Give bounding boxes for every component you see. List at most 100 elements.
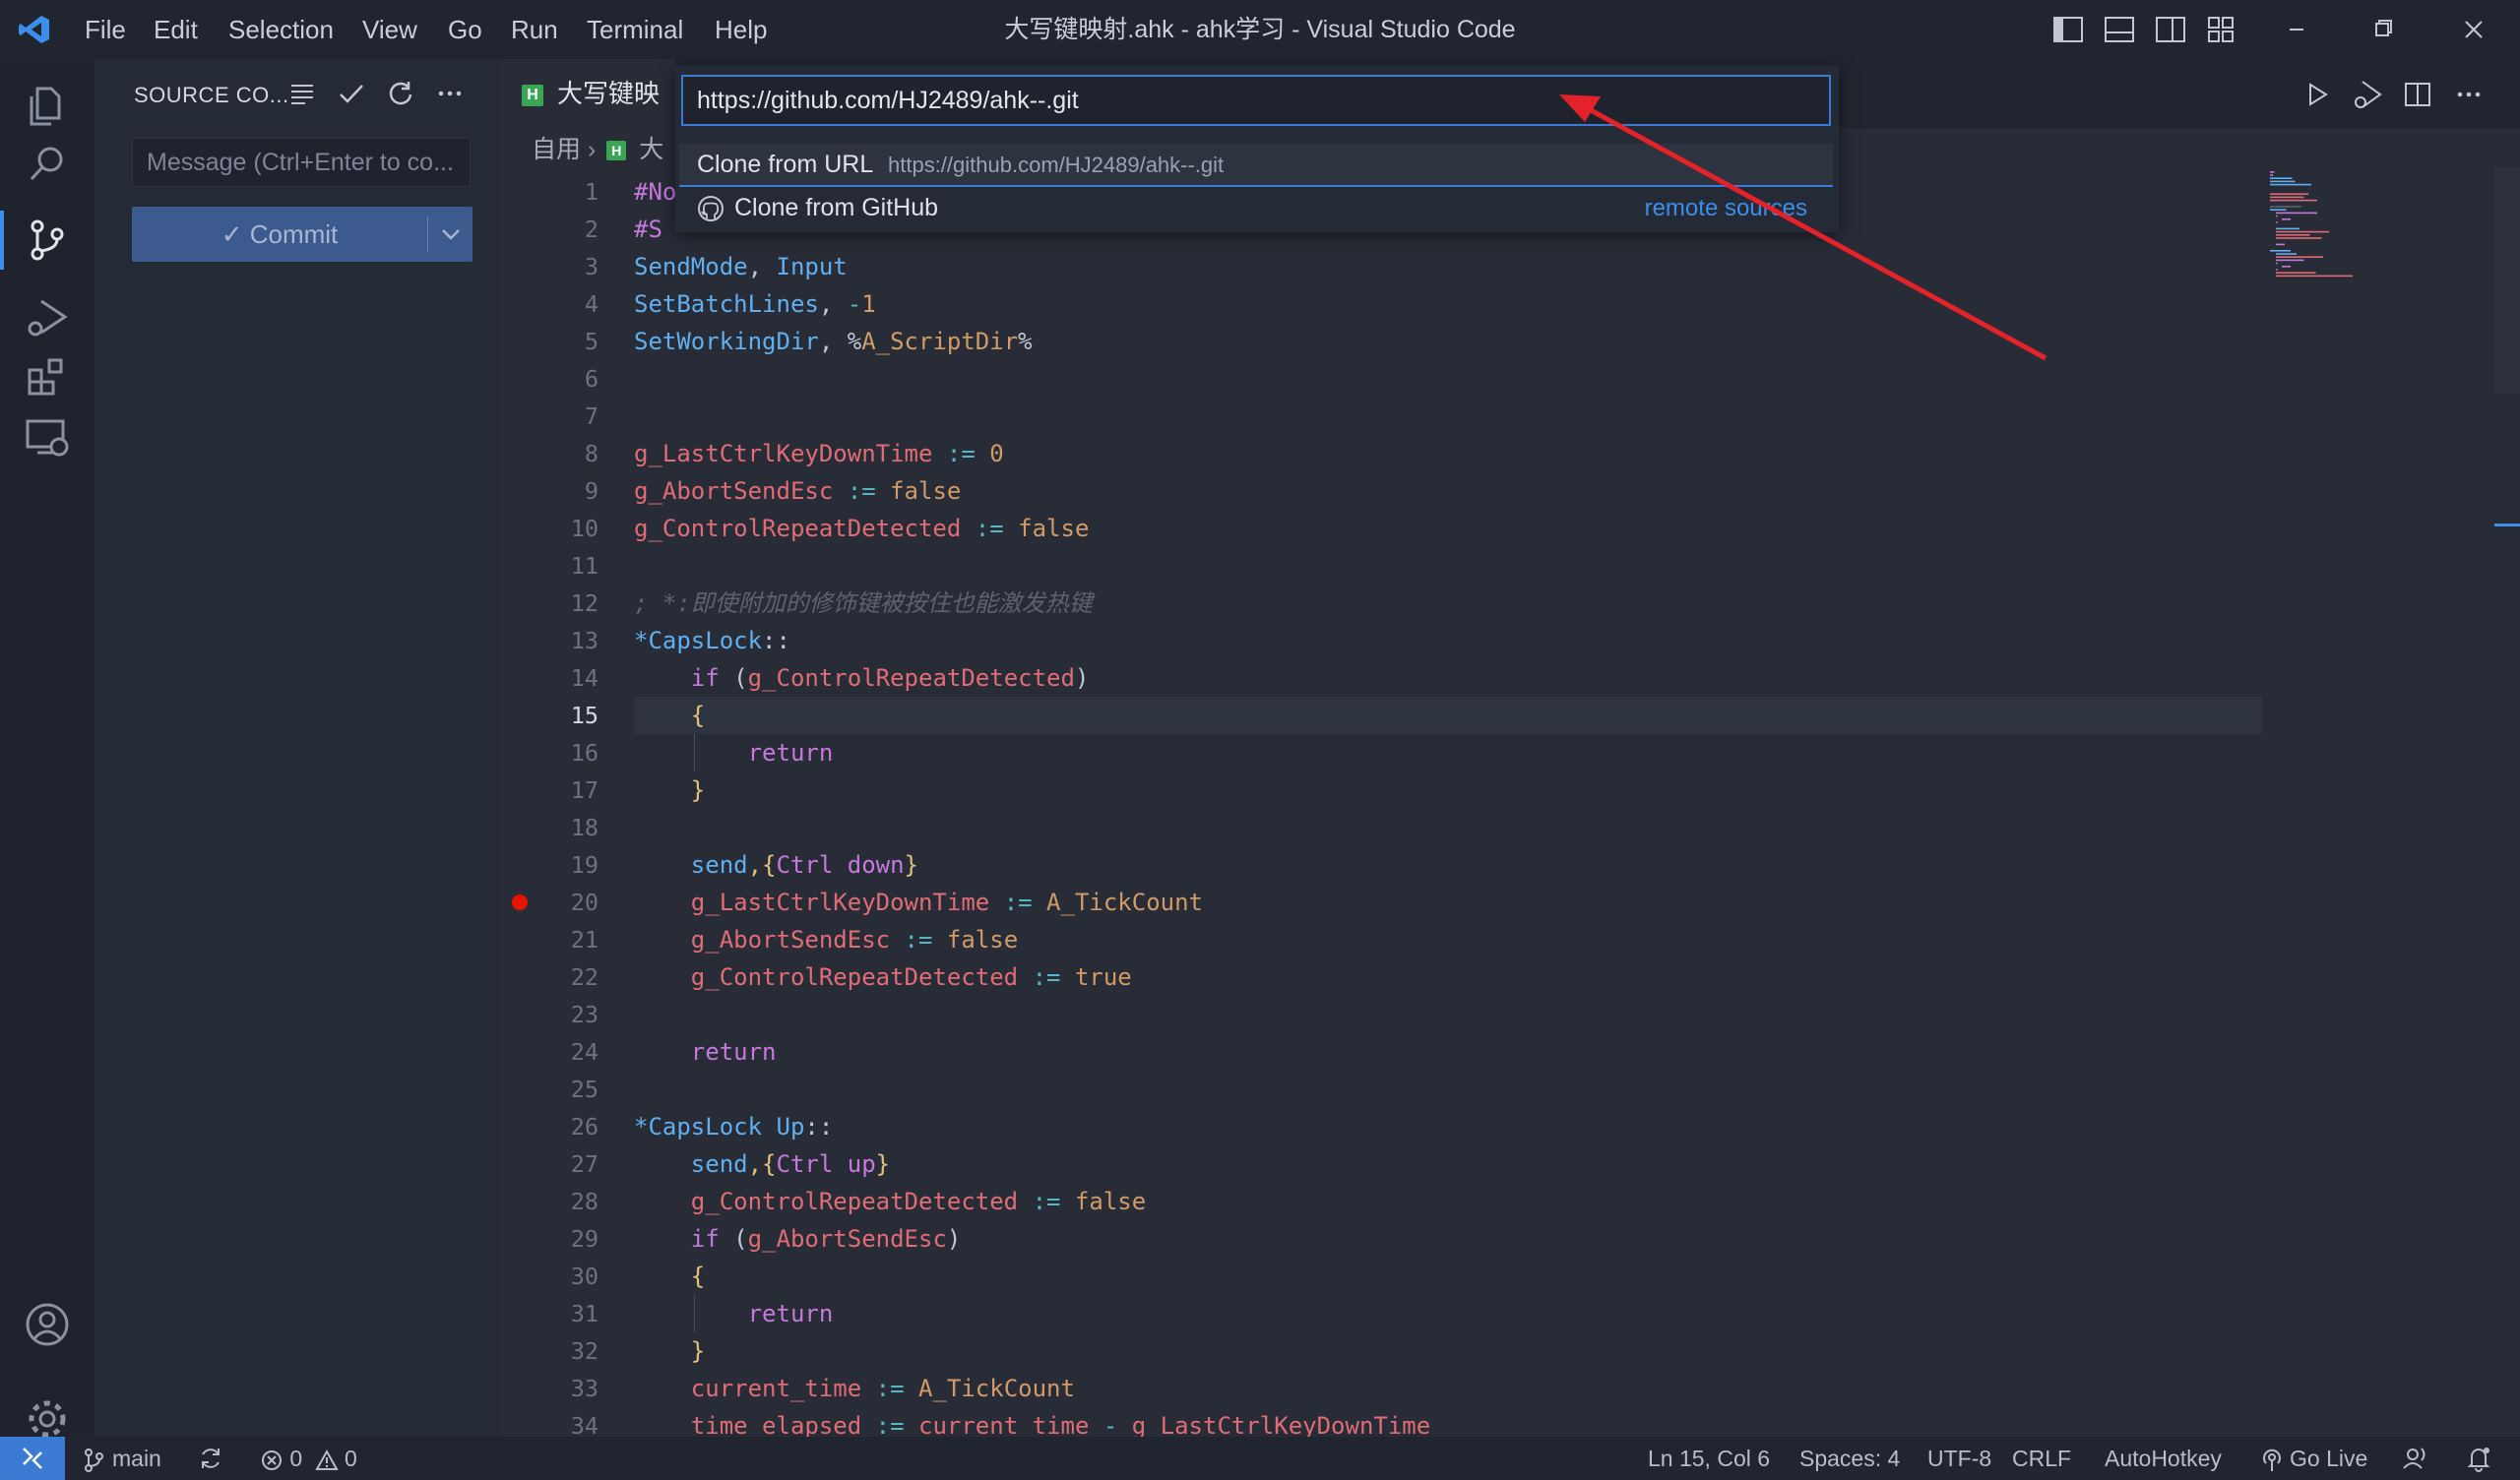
explorer-icon[interactable] <box>20 79 75 134</box>
code-line[interactable]: SetWorkingDir, %A_ScriptDir% <box>634 323 1033 360</box>
encoding-status[interactable]: UTF-8 <box>1927 1437 1991 1480</box>
code-line[interactable]: g_ControlRepeatDetected := true <box>634 958 1132 996</box>
refresh-icon[interactable] <box>386 79 415 108</box>
remote-sources-link[interactable]: remote sources <box>1645 187 1807 230</box>
menu-view[interactable]: View <box>362 0 417 59</box>
editor-scrollbar[interactable] <box>2494 167 2520 1437</box>
menu-selection[interactable]: Selection <box>228 0 334 59</box>
toggle-secondary-sidebar-icon[interactable] <box>2154 14 2187 45</box>
line-number[interactable]: 14 <box>520 659 598 697</box>
run-icon[interactable] <box>2301 79 2333 110</box>
line-number[interactable]: 4 <box>520 285 598 323</box>
line-number[interactable]: 18 <box>520 809 598 846</box>
customize-layout-icon[interactable] <box>2205 14 2238 45</box>
debug-run-icon[interactable] <box>2351 77 2386 112</box>
code-line[interactable]: { <box>634 1258 705 1295</box>
line-number[interactable]: 5 <box>520 323 598 360</box>
code-line[interactable]: g_LastCtrlKeyDownTime := A_TickCount <box>634 884 1203 921</box>
chevron-down-icon[interactable] <box>437 220 465 248</box>
extensions-icon[interactable] <box>20 350 75 405</box>
line-number[interactable]: 6 <box>520 360 598 398</box>
branch-status[interactable]: main <box>83 1437 161 1480</box>
language-mode[interactable]: AutoHotkey <box>2105 1437 2222 1480</box>
line-number[interactable]: 33 <box>520 1370 598 1407</box>
code-line[interactable]: if (g_AbortSendEsc) <box>634 1220 962 1258</box>
run-debug-icon[interactable] <box>20 289 75 344</box>
breadcrumb-file[interactable]: 大 <box>639 136 663 163</box>
indentation-status[interactable]: Spaces: 4 <box>1799 1437 1900 1480</box>
code-line[interactable]: { <box>634 697 705 734</box>
commit-check-icon[interactable] <box>337 79 366 108</box>
code-line[interactable]: SendMode, Input <box>634 248 848 285</box>
line-number[interactable]: 2 <box>520 211 598 248</box>
code-line[interactable]: g_AbortSendEsc := false <box>634 472 961 510</box>
code-line[interactable]: send,{Ctrl down} <box>634 846 918 884</box>
line-number[interactable]: 8 <box>520 435 598 472</box>
repository-url-input[interactable]: https://github.com/HJ2489/ahk--.git <box>681 75 1831 126</box>
clone-from-url-option[interactable]: Clone from URL https://github.com/HJ2489… <box>679 144 1833 187</box>
close-icon[interactable] <box>2457 14 2490 45</box>
restore-icon[interactable] <box>2366 14 2400 45</box>
clone-from-github-option[interactable]: Clone from GitHub remote sources <box>679 187 1833 228</box>
line-number[interactable]: 30 <box>520 1258 598 1295</box>
line-number[interactable]: 22 <box>520 958 598 996</box>
commit-button[interactable]: ✓ Commit <box>132 207 472 262</box>
line-number[interactable]: 21 <box>520 921 598 958</box>
code-line[interactable]: SetBatchLines, -1 <box>634 285 876 323</box>
code-line[interactable]: *CapsLock Up:: <box>634 1108 833 1145</box>
code-line[interactable]: return <box>634 1295 834 1332</box>
line-number[interactable]: 9 <box>520 472 598 510</box>
code-line[interactable]: if (g_ControlRepeatDetected) <box>634 659 1090 697</box>
code-line[interactable]: g_LastCtrlKeyDownTime := 0 <box>634 435 1004 472</box>
breadcrumb-folder[interactable]: 自用 <box>532 136 581 163</box>
go-live-button[interactable]: Go Live <box>2260 1437 2367 1480</box>
line-number[interactable]: 19 <box>520 846 598 884</box>
line-number[interactable]: 13 <box>520 622 598 659</box>
notifications-bell-icon[interactable] <box>2465 1445 2492 1472</box>
minimap[interactable] <box>2266 167 2424 394</box>
split-editor-icon[interactable] <box>2402 79 2433 110</box>
code-line[interactable]: g_ControlRepeatDetected := false <box>634 1183 1146 1220</box>
code-line[interactable]: g_ControlRepeatDetected := false <box>634 510 1089 547</box>
line-number[interactable]: 3 <box>520 248 598 285</box>
view-as-list-icon[interactable] <box>287 79 317 108</box>
line-number[interactable]: 24 <box>520 1033 598 1071</box>
line-number[interactable]: 27 <box>520 1145 598 1183</box>
cursor-position[interactable]: Ln 15, Col 6 <box>1648 1437 1770 1480</box>
line-number[interactable]: 28 <box>520 1183 598 1220</box>
line-number[interactable]: 17 <box>520 771 598 809</box>
search-icon[interactable] <box>20 136 75 191</box>
code-line[interactable]: ; *:即使附加的修饰键被按住也能激发热键 <box>634 585 1093 622</box>
more-actions-icon[interactable] <box>435 79 465 108</box>
line-number[interactable]: 16 <box>520 734 598 771</box>
line-number[interactable]: 26 <box>520 1108 598 1145</box>
menu-edit[interactable]: Edit <box>154 0 198 59</box>
remote-indicator[interactable] <box>0 1437 65 1480</box>
code-line[interactable]: } <box>634 1332 705 1370</box>
account-icon[interactable] <box>20 1297 75 1352</box>
code-line[interactable]: g_AbortSendEsc := false <box>634 921 1018 958</box>
code-line[interactable]: return <box>634 734 834 771</box>
source-control-icon[interactable] <box>20 213 75 268</box>
eol-status[interactable]: CRLF <box>2012 1437 2071 1480</box>
line-number[interactable]: 11 <box>520 547 598 585</box>
tab-active-file[interactable]: H 大写键映 <box>500 59 676 128</box>
line-number[interactable]: 31 <box>520 1295 598 1332</box>
minimize-icon[interactable] <box>2280 14 2313 45</box>
remote-explorer-icon[interactable] <box>20 409 75 464</box>
menu-file[interactable]: File <box>85 0 126 59</box>
sync-icon[interactable] <box>197 1445 224 1472</box>
line-number[interactable]: 7 <box>520 398 598 435</box>
menu-help[interactable]: Help <box>715 0 767 59</box>
line-number[interactable]: 25 <box>520 1071 598 1108</box>
toggle-primary-sidebar-icon[interactable] <box>2051 14 2085 45</box>
commit-message-input[interactable]: Message (Ctrl+Enter to co... <box>132 138 471 187</box>
line-number[interactable]: 20 <box>520 884 598 921</box>
line-number[interactable]: 32 <box>520 1332 598 1370</box>
toggle-panel-icon[interactable] <box>2103 14 2136 45</box>
menu-terminal[interactable]: Terminal <box>587 0 683 59</box>
editor-more-actions-icon[interactable] <box>2453 79 2485 110</box>
feedback-icon[interactable] <box>2402 1445 2429 1472</box>
line-number[interactable]: 10 <box>520 510 598 547</box>
code-line[interactable]: #S <box>634 211 662 248</box>
